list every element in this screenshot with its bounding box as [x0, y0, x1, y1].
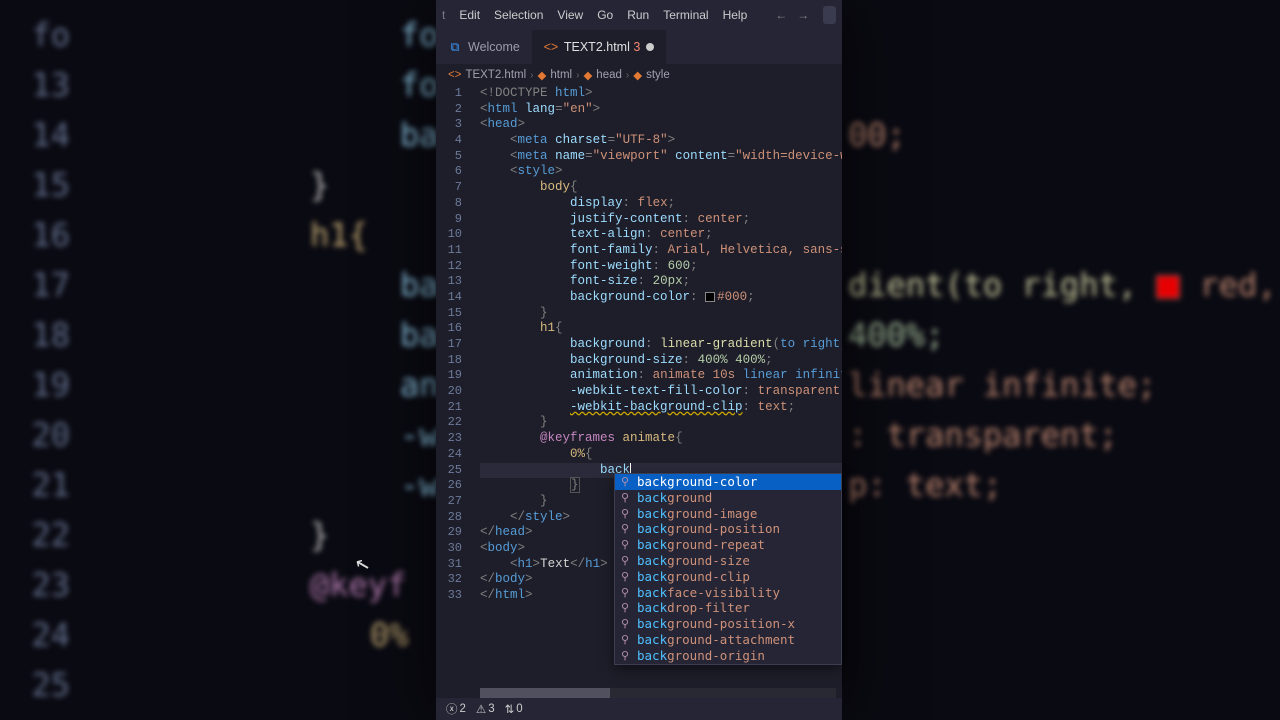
- menu-go[interactable]: Go: [597, 8, 613, 22]
- menu-terminal[interactable]: Terminal: [663, 8, 708, 22]
- dirty-indicator-icon: [646, 43, 654, 51]
- color-swatch-icon: [705, 292, 715, 302]
- autocomplete-item[interactable]: ⚲background-repeat: [615, 537, 841, 553]
- error-icon: ⓧ: [446, 701, 458, 717]
- line-number: 6: [436, 164, 462, 180]
- property-icon: ⚲: [621, 616, 631, 632]
- menu-view[interactable]: View: [557, 8, 583, 22]
- line-number: 12: [436, 259, 462, 275]
- line-number: 10: [436, 227, 462, 243]
- property-icon: ⚲: [621, 490, 631, 506]
- line-number: 14: [436, 290, 462, 306]
- line-number: 29: [436, 525, 462, 541]
- autocomplete-item[interactable]: ⚲background-attachment: [615, 632, 841, 648]
- line-number: 27: [436, 494, 462, 510]
- html-file-icon: <>: [544, 40, 558, 54]
- line-number: 17: [436, 337, 462, 353]
- line-number: 3: [436, 117, 462, 133]
- autocomplete-item[interactable]: ⚲backface-visibility: [615, 585, 841, 601]
- line-number: 32: [436, 572, 462, 588]
- autocomplete-item[interactable]: ⚲background-position-x: [615, 616, 841, 632]
- line-number: 18: [436, 353, 462, 369]
- status-warnings[interactable]: ⚠ 3: [476, 702, 495, 716]
- line-number: 19: [436, 368, 462, 384]
- line-number: 30: [436, 541, 462, 557]
- scrollbar-thumb[interactable]: [480, 688, 610, 698]
- line-number: 23: [436, 431, 462, 447]
- property-icon: ⚲: [621, 648, 631, 664]
- autocomplete-item[interactable]: ⚲backdrop-filter: [615, 600, 841, 616]
- line-number: 26: [436, 478, 462, 494]
- menu-help[interactable]: Help: [723, 8, 748, 22]
- autocomplete-item[interactable]: ⚲background-color: [615, 474, 841, 490]
- line-number: 28: [436, 510, 462, 526]
- line-number: 7: [436, 180, 462, 196]
- mouse-pointer-icon: ↖: [351, 547, 373, 580]
- autocomplete-item[interactable]: ⚲background-origin: [615, 648, 841, 664]
- menu-selection[interactable]: Selection: [494, 8, 543, 22]
- line-number: 21: [436, 400, 462, 416]
- status-errors[interactable]: ⓧ 2: [446, 701, 466, 717]
- property-icon: ⚲: [621, 632, 631, 648]
- line-number: 13: [436, 274, 462, 290]
- autocomplete-item[interactable]: ⚲background-image: [615, 506, 841, 522]
- tab-text2-html[interactable]: <> TEXT2.html 3: [532, 30, 666, 64]
- line-number: 31: [436, 557, 462, 573]
- tab-label: TEXT2.html 3: [564, 40, 640, 54]
- command-center-search[interactable]: [823, 6, 836, 24]
- property-icon: ⚲: [621, 585, 631, 601]
- line-number-gutter: 1234567891011121314151617181920212223242…: [436, 86, 470, 604]
- line-number: 20: [436, 384, 462, 400]
- breadcrumb[interactable]: <> TEXT2.html› ◆html› ◆head› ◆style: [436, 64, 842, 86]
- nav-back-icon[interactable]: ←: [775, 8, 787, 22]
- editor-tabs: ⧉ Welcome <> TEXT2.html 3: [436, 30, 842, 64]
- line-number: 9: [436, 212, 462, 228]
- autocomplete-item[interactable]: ⚲background-position: [615, 521, 841, 537]
- property-icon: ⚲: [621, 569, 631, 585]
- property-icon: ⚲: [621, 521, 631, 537]
- status-bar: ⓧ 2 ⚠ 3 ⇅ 0: [436, 698, 842, 720]
- autocomplete-item[interactable]: ⚲background: [615, 490, 841, 506]
- line-number: 1: [436, 86, 462, 102]
- property-icon: ⚲: [621, 506, 631, 522]
- vscode-icon: ⧉: [448, 40, 462, 54]
- tab-label: Welcome: [468, 40, 520, 54]
- nav-forward-icon[interactable]: →: [797, 8, 809, 22]
- line-number: 22: [436, 415, 462, 431]
- line-number: 2: [436, 102, 462, 118]
- tab-welcome[interactable]: ⧉ Welcome: [436, 30, 532, 64]
- line-number: 16: [436, 321, 462, 337]
- intellisense-popup[interactable]: ⚲background-color⚲background⚲background-…: [614, 473, 842, 665]
- menubar: t Edit Selection View Go Run Terminal He…: [436, 0, 842, 30]
- status-ports[interactable]: ⇅ 0: [505, 702, 523, 716]
- property-icon: ⚲: [621, 553, 631, 569]
- line-number: 11: [436, 243, 462, 259]
- line-number: 8: [436, 196, 462, 212]
- line-number: 15: [436, 306, 462, 322]
- warning-icon: ⚠: [476, 702, 486, 716]
- ports-icon: ⇅: [505, 702, 515, 716]
- line-number: 24: [436, 447, 462, 463]
- autocomplete-item[interactable]: ⚲background-size: [615, 553, 841, 569]
- menu-edit[interactable]: Edit: [459, 8, 480, 22]
- menu-run[interactable]: Run: [627, 8, 649, 22]
- line-number: 5: [436, 149, 462, 165]
- property-icon: ⚲: [621, 537, 631, 553]
- autocomplete-item[interactable]: ⚲background-clip: [615, 569, 841, 585]
- property-icon: ⚲: [621, 474, 631, 490]
- property-icon: ⚲: [621, 600, 631, 616]
- line-number: 33: [436, 588, 462, 604]
- line-number: 4: [436, 133, 462, 149]
- horizontal-scrollbar[interactable]: [480, 688, 836, 698]
- line-number: 25: [436, 463, 462, 479]
